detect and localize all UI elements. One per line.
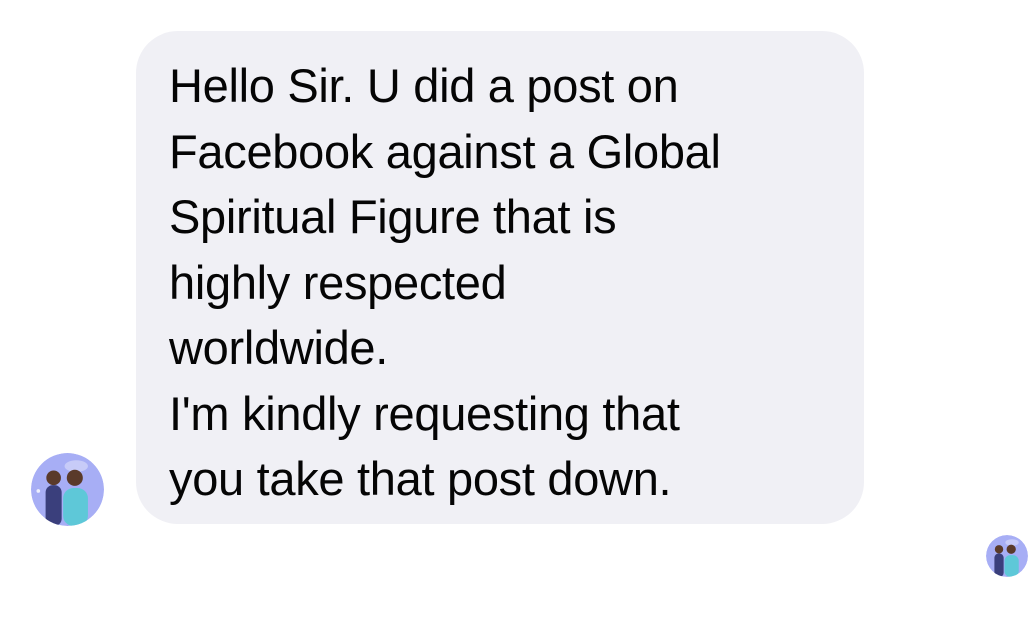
chat-thread: Hello Sir. U did a post on Facebook agai… <box>0 0 1029 644</box>
sender-avatar[interactable] <box>31 453 104 526</box>
message-line: I'm kindly requesting that <box>169 386 680 440</box>
read-receipt-avatar-icon <box>986 535 1028 577</box>
message-line: Spiritual Figure that is <box>169 190 617 243</box>
message-line: you take that post down. <box>169 452 672 505</box>
message-line: Hello Sir. U did a post on <box>169 59 679 112</box>
message-line: Facebook against a Global <box>169 124 721 178</box>
message-line: worldwide. <box>169 321 389 374</box>
message-line: highly respected <box>169 255 507 309</box>
read-receipt-avatar <box>986 535 1028 577</box>
incoming-message-bubble[interactable]: Hello Sir. U did a post on Facebook agai… <box>136 31 864 524</box>
profile-photo-avatar-icon <box>31 453 104 526</box>
